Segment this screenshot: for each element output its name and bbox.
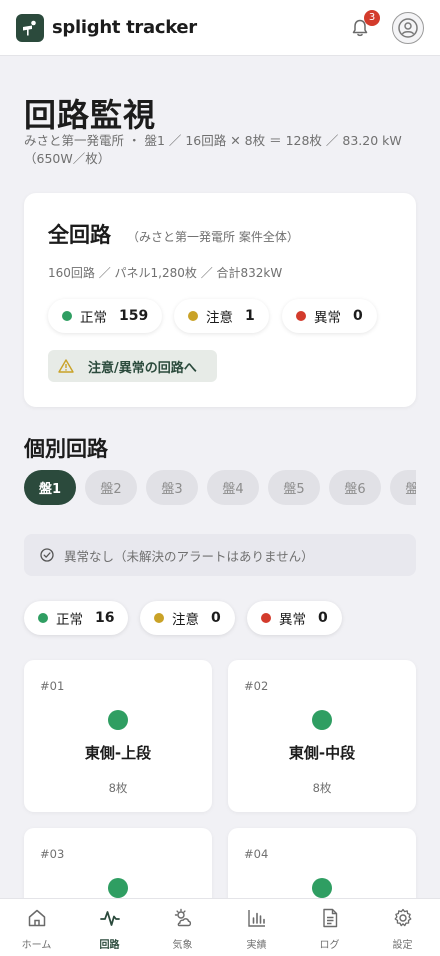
warning-icon [58, 359, 74, 373]
notifications-button[interactable]: 3 [346, 9, 380, 42]
caution-status-dot [154, 613, 164, 623]
abnormal-count: 0 [318, 610, 328, 626]
bar-chart-icon [248, 910, 265, 927]
nav-circuits[interactable]: 回路 [73, 899, 146, 956]
circuit-name: 東側-上段 [84, 744, 152, 762]
summary-note: （みさと第一発電所 案件全体） [127, 230, 299, 244]
nav-label: ホーム [21, 940, 52, 951]
circuit-card[interactable]: #01 東側-上段 8枚 [24, 660, 212, 812]
nav-settings[interactable]: 設定 [366, 899, 439, 956]
pulse-icon [100, 911, 120, 926]
notification-badge: 3 [364, 9, 380, 26]
home-icon [28, 909, 46, 927]
caution-count: 1 [245, 308, 255, 324]
bottom-nav: ホーム 回路 気象 実績 ログ 設定 [0, 898, 440, 956]
abnormal-label: 異常 [279, 612, 306, 628]
abnormal-status-dot [296, 311, 306, 321]
caution-label: 注意 [172, 612, 199, 628]
account-button[interactable] [392, 11, 424, 44]
circuit-status-dot [312, 710, 332, 730]
circuit-status-dot [108, 878, 128, 898]
circuit-status-dot [108, 710, 128, 730]
caution-count: 0 [211, 610, 221, 626]
weather-icon [174, 908, 192, 927]
brand-name: splight tracker [52, 17, 197, 38]
nav-home[interactable]: ホーム [0, 899, 73, 956]
nav-log[interactable]: ログ [293, 899, 366, 956]
page-subtitle: みさと第一発電所 ・ 盤1 ／ 16回路 ✕ 8枚 ＝ 128枚 ／ 83.20… [24, 133, 402, 166]
caution-label: 注意 [206, 310, 233, 326]
normal-count: 16 [95, 610, 115, 626]
normal-label: 正常 [56, 612, 83, 628]
circuit-status-dot [312, 878, 332, 898]
user-icon [398, 17, 418, 38]
panel-tabs[interactable]: 盤1 盤2 盤3 盤4 盤5 盤6 盤7 [24, 470, 416, 506]
document-icon [323, 908, 338, 928]
normal-status-dot [62, 311, 72, 321]
normal-count: 159 [119, 308, 149, 324]
normal-status-dot [38, 613, 48, 623]
abnormal-count: 0 [353, 308, 363, 324]
tab-panel-2[interactable]: 盤2 [85, 470, 137, 505]
gear-icon [394, 908, 412, 927]
panel-abnormal-pill[interactable]: 異常 0 [247, 601, 342, 635]
summary-normal-pill[interactable]: 正常 159 [48, 299, 163, 333]
circuit-card[interactable]: #02 東側-中段 8枚 [228, 660, 416, 812]
tab-panel-1[interactable]: 盤1 [24, 470, 76, 505]
circuit-number: #04 [244, 847, 269, 861]
circuit-card[interactable]: #03 [24, 828, 212, 898]
caution-status-dot [188, 311, 198, 321]
circuit-panel-count: 8枚 [312, 781, 332, 795]
normal-label: 正常 [80, 310, 107, 326]
panel-caution-pill[interactable]: 注意 0 [140, 601, 235, 635]
app-logo[interactable] [16, 13, 44, 42]
solar-panel-icon [23, 20, 36, 35]
circuit-panel-count: 8枚 [108, 781, 128, 795]
tab-panel-5[interactable]: 盤5 [268, 470, 320, 505]
circuit-number: #02 [244, 679, 269, 693]
tab-panel-6[interactable]: 盤6 [329, 470, 381, 505]
summary-caution-pill[interactable]: 注意 1 [174, 299, 269, 333]
nav-label: 気象 [172, 940, 193, 951]
abnormal-label: 異常 [314, 310, 341, 326]
circuit-card[interactable]: #04 [228, 828, 416, 898]
tab-panel-7[interactable]: 盤7 [390, 470, 416, 505]
nav-label: 実績 [246, 940, 267, 951]
nav-label: 設定 [392, 940, 413, 951]
check-circle-icon [40, 548, 54, 562]
main-content[interactable]: 回路監視 みさと第一発電所 ・ 盤1 ／ 16回路 ✕ 8枚 ＝ 128枚 ／ … [0, 56, 440, 898]
all-circuits-summary-card: 全回路 （みさと第一発電所 案件全体） 160回路 ／ パネル1,280枚 ／ … [24, 193, 416, 407]
page-title: 回路監視 [24, 96, 157, 134]
nav-label: ログ [319, 940, 340, 951]
alert-link-label: 注意/異常の回路へ [88, 360, 197, 376]
nav-results[interactable]: 実績 [220, 899, 293, 956]
abnormal-status-dot [261, 613, 271, 623]
alert-circuits-link[interactable]: 注意/異常の回路へ [48, 350, 217, 382]
app-header: splight tracker 3 [0, 0, 440, 56]
notice-text: 異常なし（未解決のアラートはありません） [64, 548, 314, 564]
no-alert-notice: 異常なし（未解決のアラートはありません） [24, 534, 416, 576]
tab-panel-3[interactable]: 盤3 [146, 470, 198, 505]
circuit-name: 東側-中段 [288, 744, 356, 762]
circuit-number: #03 [40, 847, 65, 861]
circuit-number: #01 [40, 679, 65, 693]
summary-stats: 160回路 ／ パネル1,280枚 ／ 合計832kW [48, 266, 283, 280]
tab-panel-4[interactable]: 盤4 [207, 470, 259, 505]
panel-normal-pill[interactable]: 正常 16 [24, 601, 129, 635]
nav-weather[interactable]: 気象 [146, 899, 219, 956]
summary-title: 全回路 [48, 223, 111, 247]
nav-label: 回路 [99, 940, 120, 951]
individual-circuits-title: 個別回路 [24, 437, 108, 461]
summary-abnormal-pill[interactable]: 異常 0 [282, 299, 377, 333]
